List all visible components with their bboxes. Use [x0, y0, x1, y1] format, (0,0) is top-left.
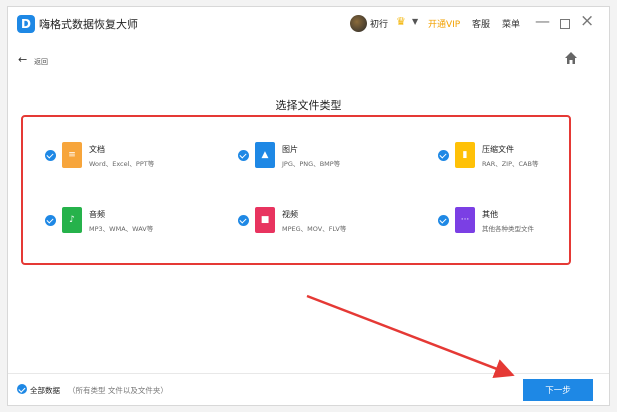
file-type-name: 其他	[482, 210, 498, 219]
back-arrow-icon: ←	[18, 53, 28, 66]
file-type-description: MPEG、MOV、FLV等	[282, 225, 347, 233]
service-button[interactable]: 客服	[472, 17, 490, 30]
file-type-card[interactable]: ≡ 文档 Word、Excel、PPT等	[45, 137, 215, 173]
image-icon: ▲	[255, 142, 275, 168]
vip-button[interactable]: 开通VIP	[428, 17, 460, 30]
check-icon[interactable]	[238, 150, 249, 161]
footer-divider	[8, 373, 609, 374]
close-icon[interactable]: ×	[580, 11, 594, 31]
file-type-card[interactable]: ■ 视频 MPEG、MOV、FLV等	[238, 202, 408, 238]
menu-button[interactable]: 菜单	[502, 17, 520, 30]
maximize-icon[interactable]	[560, 19, 570, 29]
app-logo-icon: D	[17, 15, 35, 33]
back-label: 返回	[34, 58, 48, 66]
home-icon[interactable]	[564, 51, 578, 65]
check-icon[interactable]	[238, 215, 249, 226]
title-bar: D 嗨格式数据恢复大师 初行 ♛ ▼ 开通VIP 客服 菜单 — ×	[8, 7, 609, 40]
file-type-card[interactable]: ▲ 图片 JPG、PNG、BMP等	[238, 137, 408, 173]
file-type-name: 图片	[282, 145, 298, 154]
page-title: 选择文件类型	[275, 99, 342, 112]
document-icon: ≡	[62, 142, 82, 168]
file-type-name: 压缩文件	[482, 145, 514, 154]
file-type-card[interactable]: ▮ 压缩文件 RAR、ZIP、CAB等	[438, 137, 608, 173]
user-name[interactable]: 初行	[370, 17, 388, 30]
file-type-description: RAR、ZIP、CAB等	[482, 160, 539, 168]
check-icon[interactable]	[438, 215, 449, 226]
file-type-name: 文档	[89, 145, 105, 154]
check-icon[interactable]	[438, 150, 449, 161]
file-type-name: 音频	[89, 210, 105, 219]
avatar[interactable]	[350, 15, 367, 32]
file-type-description: Word、Excel、PPT等	[89, 160, 155, 168]
app-window: D 嗨格式数据恢复大师 初行 ♛ ▼ 开通VIP 客服 菜单 — × ← 返回 …	[7, 6, 610, 406]
file-type-description: JPG、PNG、BMP等	[282, 160, 341, 168]
file-type-description: MP3、WMA、WAV等	[89, 225, 154, 233]
archive-icon: ▮	[455, 142, 475, 168]
app-title: 嗨格式数据恢复大师	[39, 18, 138, 31]
minimize-icon[interactable]: —	[535, 12, 550, 30]
file-type-description: 其他各种类型文件	[482, 225, 534, 233]
file-type-card[interactable]: ♪ 音频 MP3、WMA、WAV等	[45, 202, 215, 238]
file-type-name: 视频	[282, 210, 298, 219]
audio-icon: ♪	[62, 207, 82, 233]
other-icon: ···	[455, 207, 475, 233]
chevron-down-icon[interactable]: ▼	[412, 17, 418, 26]
check-icon[interactable]	[45, 150, 56, 161]
select-all-label[interactable]: 全部数据	[30, 385, 60, 396]
check-icon[interactable]	[45, 215, 56, 226]
select-all-description: （所有类型 文件以及文件夹）	[68, 386, 168, 395]
video-icon: ■	[255, 207, 275, 233]
crown-icon: ♛	[396, 15, 406, 28]
next-button[interactable]: 下一步	[523, 379, 593, 401]
file-type-card[interactable]: ··· 其他其他各种类型文件	[438, 202, 608, 238]
select-all-checkbox[interactable]	[17, 384, 27, 394]
